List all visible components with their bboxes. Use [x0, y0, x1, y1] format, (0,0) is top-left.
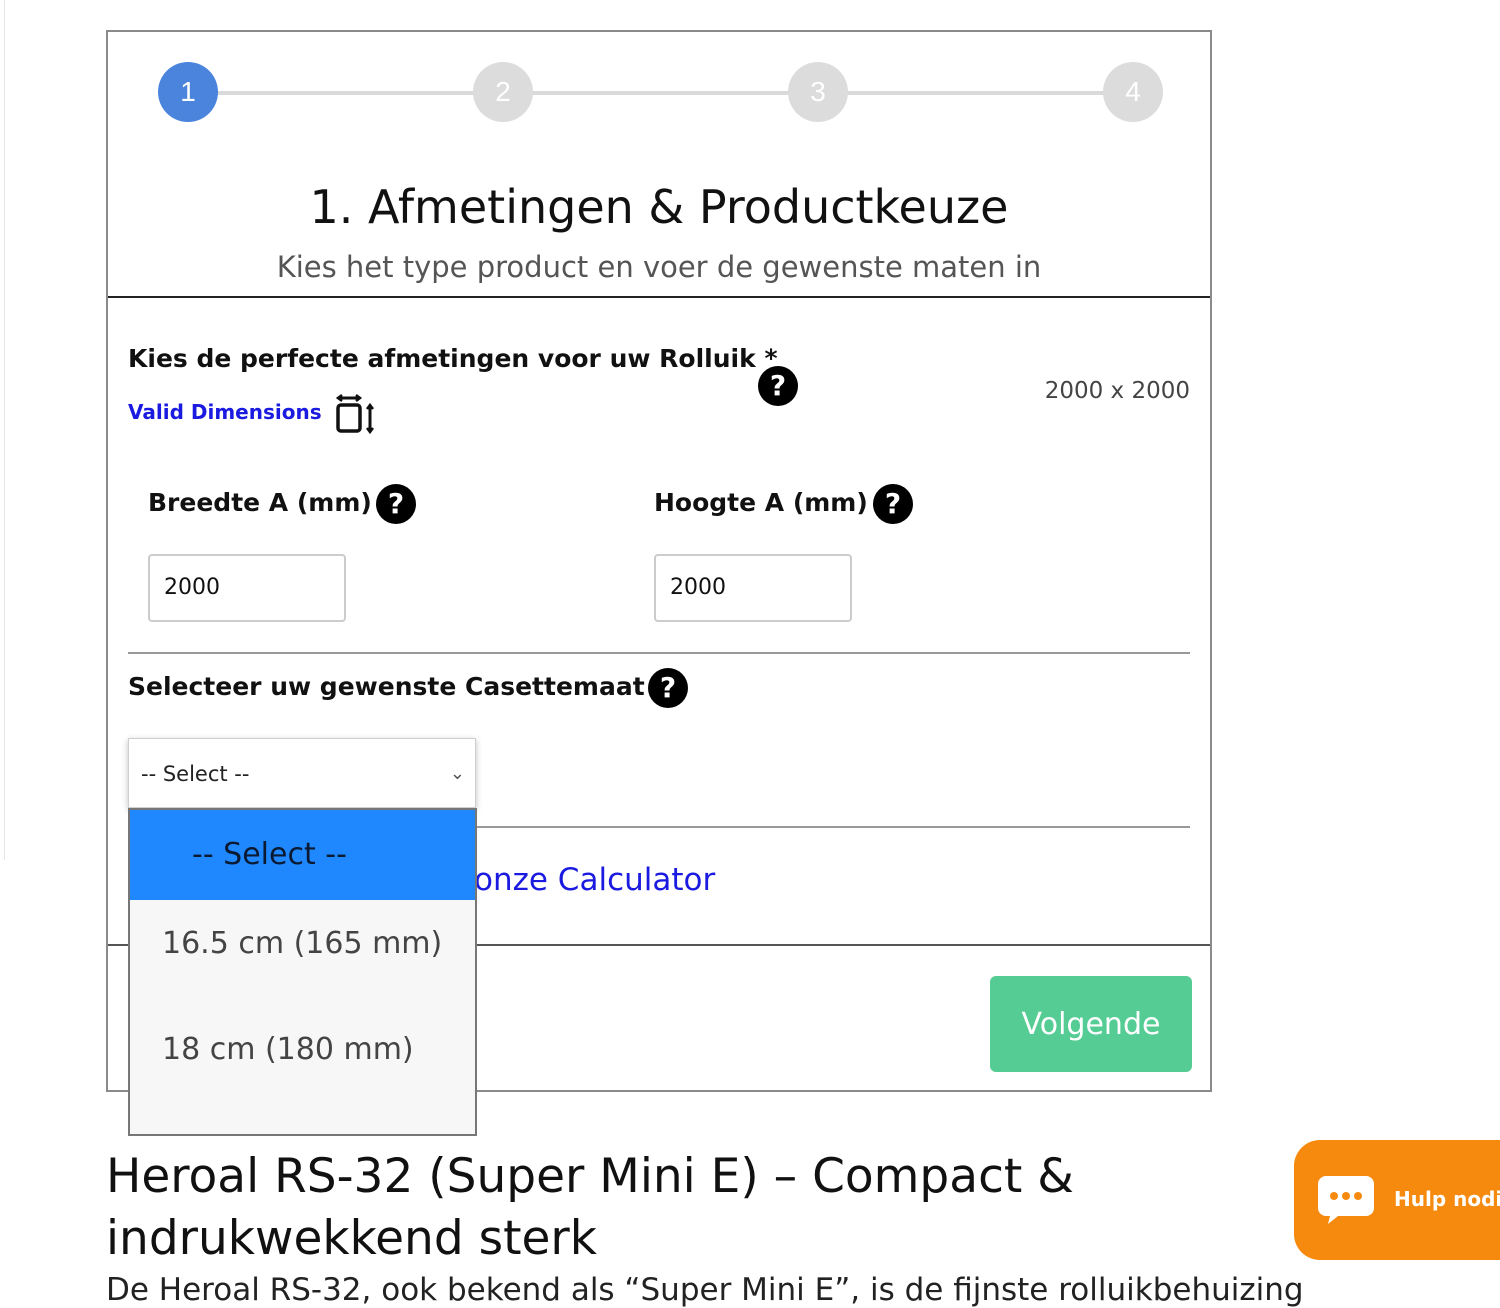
- chevron-down-icon: ⌄: [449, 763, 465, 784]
- chat-icon: [1318, 1176, 1374, 1224]
- chat-widget[interactable]: Hulp nodig?: [1294, 1140, 1500, 1260]
- cassette-label: Selecteer uw gewenste Casettemaat *: [128, 672, 667, 701]
- next-button[interactable]: Volgende: [990, 976, 1192, 1072]
- step-title: 1. Afmetingen & Productkeuze: [309, 180, 1009, 234]
- dimensions-label: Kies de perfecte afmetingen voor uw Roll…: [128, 344, 778, 373]
- cassette-select-value: -- Select --: [141, 762, 250, 786]
- dimensions-readout: 2000 x 2000: [1044, 378, 1190, 404]
- dropdown-option[interactable]: 16.5 cm (165 mm): [130, 922, 475, 966]
- calculator-link[interactable]: onze Calculator: [474, 862, 715, 898]
- chat-label: Hulp nodig?: [1394, 1187, 1500, 1211]
- width-input[interactable]: 2000: [148, 554, 346, 622]
- header-divider: [108, 296, 1210, 298]
- cassette-dropdown-list: -- Select -- 16.5 cm (165 mm) 18 cm (180…: [128, 808, 477, 1136]
- dimensions-help-icon[interactable]: ?: [758, 366, 798, 406]
- step-1[interactable]: 1: [158, 62, 218, 122]
- width-help-icon[interactable]: ?: [376, 484, 416, 524]
- step-2[interactable]: 2: [473, 62, 533, 122]
- dropdown-option[interactable]: -- Select --: [130, 810, 475, 900]
- cassette-help-icon[interactable]: ?: [648, 668, 688, 708]
- product-title: Heroal RS-32 (Super Mini E) – Compact & …: [106, 1149, 1074, 1266]
- step-4[interactable]: 4: [1103, 62, 1163, 122]
- width-label: Breedte A (mm): [148, 488, 372, 517]
- height-help-icon[interactable]: ?: [873, 484, 913, 524]
- section-divider: [128, 652, 1190, 654]
- step-subtitle: Kies het type product en voer de gewenst…: [276, 250, 1042, 284]
- dimensions-icon: [336, 394, 374, 435]
- cassette-select[interactable]: -- Select -- ⌄: [128, 738, 476, 808]
- page-left-divider: [4, 0, 5, 860]
- dropdown-option[interactable]: 18 cm (180 mm): [130, 1028, 475, 1072]
- step-3[interactable]: 3: [788, 62, 848, 122]
- height-input[interactable]: 2000: [654, 554, 852, 622]
- step-connector: [188, 91, 1134, 95]
- step-progress: 1 2 3 4: [158, 62, 1164, 124]
- height-label: Hoogte A (mm): [654, 488, 868, 517]
- product-description: De Heroal RS-32, ook bekend als “Super M…: [106, 1272, 1304, 1308]
- valid-dimensions-link[interactable]: Valid Dimensions: [128, 400, 322, 424]
